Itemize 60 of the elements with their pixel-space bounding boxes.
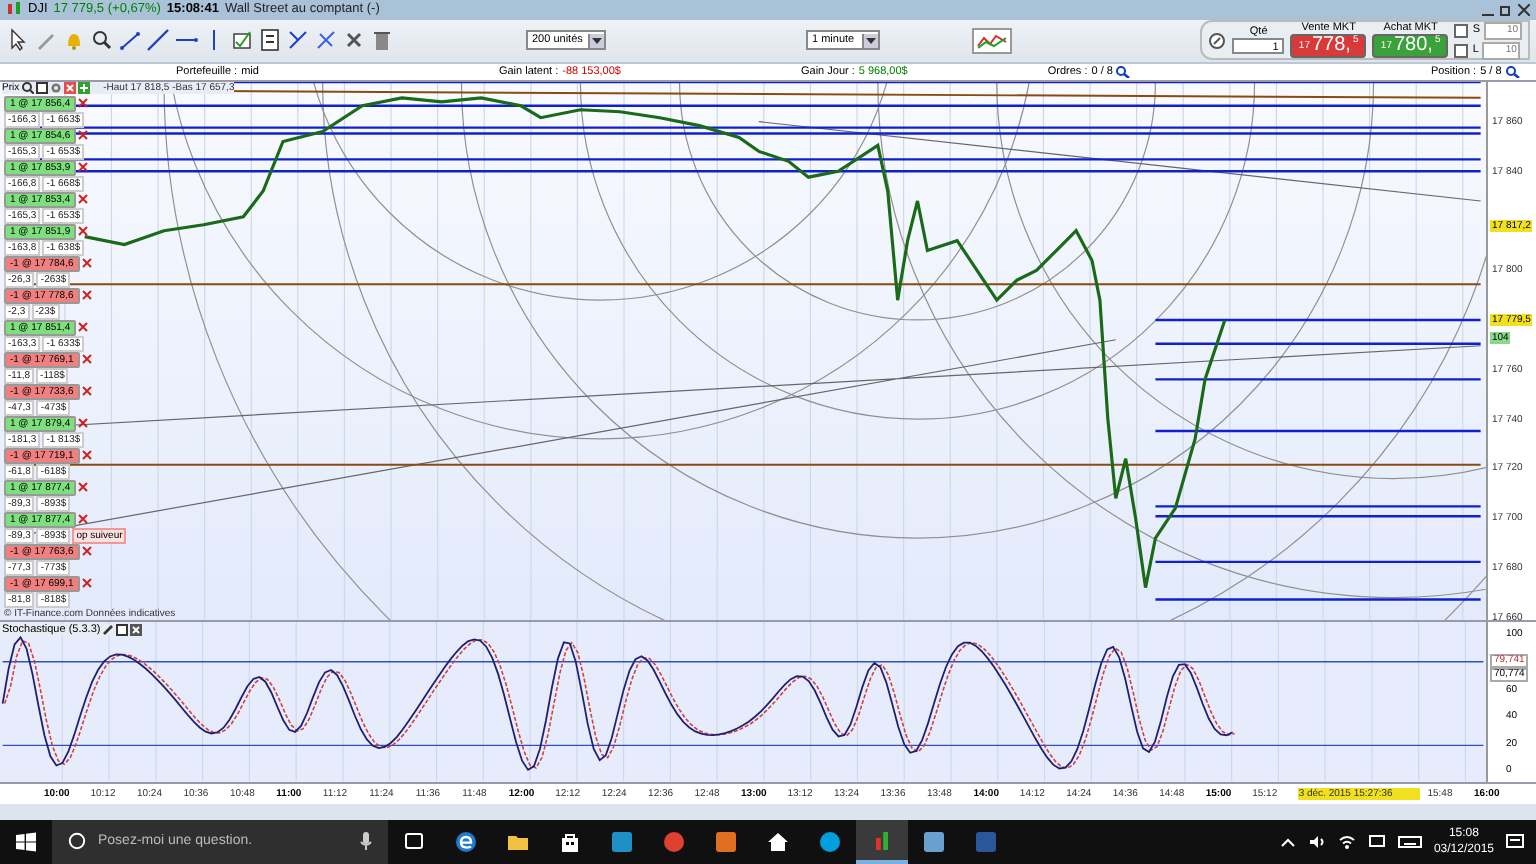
window-icon[interactable] xyxy=(35,81,48,94)
close-icon[interactable] xyxy=(81,450,92,461)
close-icon[interactable] xyxy=(81,258,92,269)
microphone-icon[interactable] xyxy=(360,832,372,851)
close-icon[interactable] xyxy=(81,578,92,589)
search-icon[interactable] xyxy=(21,81,34,94)
pencil-icon[interactable] xyxy=(102,624,115,637)
windows-start-icon[interactable] xyxy=(16,831,36,852)
app-icon[interactable] xyxy=(818,829,842,854)
close-icon[interactable] xyxy=(81,386,92,397)
chart-check-icon[interactable] xyxy=(230,28,254,53)
search-icon[interactable] xyxy=(1505,65,1520,78)
restore-icon[interactable] xyxy=(1500,3,1512,16)
limit-checkbox[interactable] xyxy=(1454,43,1469,58)
crossed-line-icon[interactable] xyxy=(314,28,338,53)
speaker-icon[interactable] xyxy=(1307,833,1326,850)
gear-icon[interactable] xyxy=(49,81,62,94)
search-icon[interactable] xyxy=(90,28,114,53)
search-icon xyxy=(68,832,86,851)
bar-chart-icon[interactable] xyxy=(870,827,894,852)
stop-checkbox[interactable] xyxy=(1454,23,1469,38)
shopping-bag-icon[interactable] xyxy=(558,829,582,854)
notification-icon[interactable] xyxy=(1506,833,1524,850)
close-icon[interactable] xyxy=(78,322,89,333)
dropdown-caret-icon[interactable] xyxy=(588,33,604,48)
close-icon[interactable] xyxy=(78,130,89,141)
close-icon[interactable] xyxy=(78,194,89,205)
chevron-up-icon[interactable] xyxy=(1279,835,1296,848)
network-icon[interactable] xyxy=(1367,833,1386,850)
close-icon[interactable] xyxy=(78,514,89,525)
wifi-icon[interactable] xyxy=(1337,833,1356,850)
crossed-line-icon[interactable] xyxy=(286,28,310,53)
close-icon[interactable] xyxy=(78,482,89,493)
line-icon[interactable] xyxy=(146,28,170,53)
trash-icon[interactable] xyxy=(370,28,394,53)
close-icon[interactable] xyxy=(81,546,92,557)
close-icon[interactable] xyxy=(78,226,89,237)
line-icon[interactable] xyxy=(118,28,142,53)
window-icon[interactable] xyxy=(116,624,129,637)
app-icon[interactable] xyxy=(922,829,946,854)
dropdown-caret-icon[interactable] xyxy=(862,33,878,48)
keyboard-icon[interactable] xyxy=(1397,833,1422,850)
close-icon[interactable] xyxy=(78,98,89,109)
app-icon[interactable] xyxy=(714,829,738,854)
taskbar-app-slot[interactable] xyxy=(856,819,908,864)
task-view-icon[interactable] xyxy=(404,832,424,851)
e-letter-icon[interactable] xyxy=(454,829,478,854)
close-icon[interactable] xyxy=(81,354,92,365)
house-icon[interactable] xyxy=(766,829,790,854)
add-icon[interactable] xyxy=(77,81,90,94)
close-icon[interactable] xyxy=(1518,3,1530,16)
app-icon[interactable] xyxy=(662,829,686,854)
cursor-icon[interactable] xyxy=(6,28,30,53)
candles-icon xyxy=(6,2,22,17)
close-icon[interactable] xyxy=(81,290,92,301)
app-icon[interactable] xyxy=(610,829,634,854)
close-icon[interactable] xyxy=(78,162,89,173)
close-icon[interactable] xyxy=(78,418,89,429)
search-icon[interactable] xyxy=(1116,65,1131,78)
link-icon[interactable] xyxy=(1208,31,1227,50)
